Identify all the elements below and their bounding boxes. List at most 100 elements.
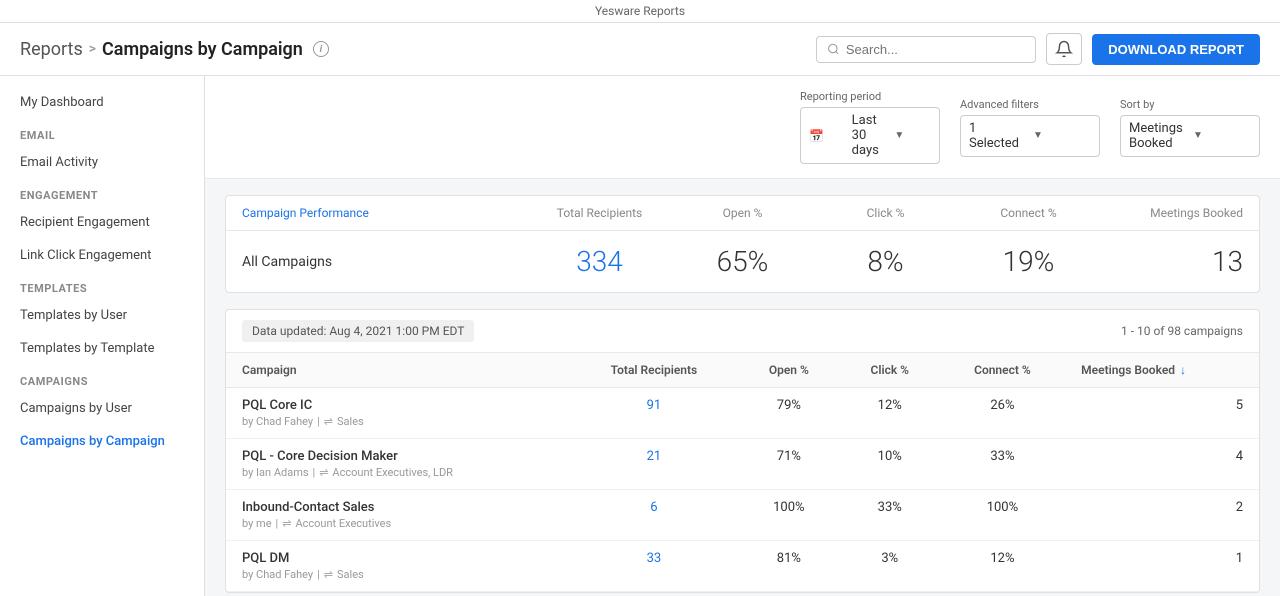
th-connect-pct[interactable]: Connect % <box>940 353 1065 388</box>
sort-by-select[interactable]: Meetings Booked ▼ <box>1120 115 1260 157</box>
reporting-period-label: Reporting period <box>800 90 940 103</box>
campaign-by: by Ian Adams <box>242 466 309 479</box>
campaign-group: Sales <box>337 415 364 428</box>
sort-by-group: Sort by Meetings Booked ▼ <box>1120 98 1260 157</box>
top-bar: Yesware Reports <box>0 0 1280 23</box>
bell-icon <box>1055 40 1073 58</box>
summary-meetings-booked: 13 <box>1100 245 1243 278</box>
search-box[interactable] <box>816 36 1036 63</box>
advanced-filters-value: 1 Selected <box>969 121 1027 151</box>
table-row: Inbound-Contact Sales by me | ⇌ Account … <box>226 490 1259 541</box>
breadcrumb-current: Campaigns by Campaign <box>102 39 303 60</box>
table-head: Campaign Total Recipients Open % Click %… <box>226 353 1259 388</box>
cell-meetings-booked: 5 <box>1065 388 1259 439</box>
advanced-filters-select[interactable]: 1 Selected ▼ <box>960 115 1100 157</box>
calendar-icon: 📅 <box>809 129 846 143</box>
cell-connect-pct: 26% <box>940 388 1065 439</box>
sidebar-item-campaigns-by-user[interactable]: Campaigns by User <box>0 392 204 425</box>
share-icon: ⇌ <box>282 517 291 530</box>
search-icon <box>827 42 840 56</box>
cell-meetings-booked: 1 <box>1065 541 1259 592</box>
advanced-filters-group: Advanced filters 1 Selected ▼ <box>960 98 1100 157</box>
cell-open-pct: 71% <box>738 439 840 490</box>
pipe-separator: | <box>313 466 316 479</box>
sidebar: My Dashboard EMAIL Email Activity ENGAGE… <box>0 76 205 596</box>
sidebar-item-email-activity[interactable]: Email Activity <box>0 146 204 179</box>
breadcrumb-separator: > <box>89 41 96 57</box>
table-row: PQL Core IC by Chad Fahey | ⇌ Sales 91 7… <box>226 388 1259 439</box>
cell-open-pct: 81% <box>738 541 840 592</box>
pipe-separator: | <box>276 517 279 530</box>
cell-campaign: PQL - Core Decision Maker by Ian Adams |… <box>226 439 570 490</box>
campaign-group: Account Executives, LDR <box>332 466 453 479</box>
cell-total-recipients: 33 <box>570 541 738 592</box>
table-body: PQL Core IC by Chad Fahey | ⇌ Sales 91 7… <box>226 388 1259 592</box>
campaign-title[interactable]: PQL DM <box>242 551 554 566</box>
summary-all-campaigns: All Campaigns <box>242 254 528 270</box>
campaigns-table: Campaign Total Recipients Open % Click %… <box>226 353 1259 592</box>
advanced-filters-chevron-icon: ▼ <box>1033 130 1091 141</box>
download-report-button[interactable]: DOWNLOAD REPORT <box>1092 34 1260 65</box>
sidebar-section-email: EMAIL <box>0 119 204 146</box>
sort-by-value: Meetings Booked <box>1129 121 1187 151</box>
cell-total-recipients: 91 <box>570 388 738 439</box>
summary-card: Campaign Performance Total Recipients Op… <box>225 195 1260 293</box>
summary-open-pct: 65% <box>671 245 814 278</box>
summary-connect-pct: 19% <box>957 245 1100 278</box>
cell-connect-pct: 12% <box>940 541 1065 592</box>
breadcrumb-parent[interactable]: Reports <box>20 39 83 60</box>
cell-click-pct: 3% <box>840 541 940 592</box>
campaign-by: by me <box>242 517 272 530</box>
sidebar-item-recipient-engagement[interactable]: Recipient Engagement <box>0 206 204 239</box>
search-input[interactable] <box>846 42 1025 57</box>
sidebar-item-my-dashboard[interactable]: My Dashboard <box>0 86 204 119</box>
th-meetings-booked[interactable]: Meetings Booked ↓ <box>1065 353 1259 388</box>
summary-col-meetings: Meetings Booked <box>1100 206 1243 220</box>
header: Reports > Campaigns by Campaign i DOWNLO… <box>0 23 1280 76</box>
campaign-title[interactable]: PQL Core IC <box>242 398 554 413</box>
notification-button[interactable] <box>1046 33 1082 65</box>
content-area: Reporting period 📅 Last 30 days ▼ Advanc… <box>205 76 1280 596</box>
sidebar-item-templates-by-user[interactable]: Templates by User <box>0 299 204 332</box>
summary-col-connect: Connect % <box>957 206 1100 220</box>
table-row: PQL - Core Decision Maker by Ian Adams |… <box>226 439 1259 490</box>
summary-col-open: Open % <box>671 206 814 220</box>
sidebar-section-campaigns: CAMPAIGNS <box>0 365 204 392</box>
sidebar-section-engagement: ENGAGEMENT <box>0 179 204 206</box>
cell-total-recipients: 6 <box>570 490 738 541</box>
cell-click-pct: 10% <box>840 439 940 490</box>
campaign-title[interactable]: PQL - Core Decision Maker <box>242 449 554 464</box>
cell-connect-pct: 33% <box>940 439 1065 490</box>
th-campaign[interactable]: Campaign <box>226 353 570 388</box>
campaign-meta: by Chad Fahey | ⇌ Sales <box>242 568 554 581</box>
sidebar-item-templates-by-template[interactable]: Templates by Template <box>0 332 204 365</box>
share-icon: ⇌ <box>324 415 333 428</box>
campaign-meta: by Ian Adams | ⇌ Account Executives, LDR <box>242 466 554 479</box>
th-open-pct[interactable]: Open % <box>738 353 840 388</box>
summary-body: All Campaigns 334 65% 8% 19% 13 <box>226 231 1259 292</box>
cell-click-pct: 33% <box>840 490 940 541</box>
campaign-meta: by me | ⇌ Account Executives <box>242 517 554 530</box>
cell-total-recipients: 21 <box>570 439 738 490</box>
campaigns-table-wrapper: Data updated: Aug 4, 2021 1:00 PM EDT 1 … <box>225 309 1260 593</box>
summary-col-campaign: Campaign Performance <box>242 206 528 220</box>
campaign-group: Account Executives <box>295 517 391 530</box>
sidebar-section-templates: TEMPLATES <box>0 272 204 299</box>
cell-open-pct: 100% <box>738 490 840 541</box>
info-icon[interactable]: i <box>313 41 329 57</box>
th-click-pct[interactable]: Click % <box>840 353 940 388</box>
table-row: PQL DM by Chad Fahey | ⇌ Sales 33 81% 3%… <box>226 541 1259 592</box>
reporting-period-select[interactable]: 📅 Last 30 days ▼ <box>800 107 940 164</box>
chevron-down-icon: ▼ <box>894 130 931 141</box>
cell-campaign: PQL Core IC by Chad Fahey | ⇌ Sales <box>226 388 570 439</box>
cell-campaign: Inbound-Contact Sales by me | ⇌ Account … <box>226 490 570 541</box>
summary-header: Campaign Performance Total Recipients Op… <box>226 196 1259 231</box>
filters-bar: Reporting period 📅 Last 30 days ▼ Advanc… <box>205 76 1280 179</box>
sidebar-item-link-click-engagement[interactable]: Link Click Engagement <box>0 239 204 272</box>
th-total-recipients[interactable]: Total Recipients <box>570 353 738 388</box>
sidebar-item-campaigns-by-campaign[interactable]: Campaigns by Campaign <box>0 425 204 458</box>
table-meta: Data updated: Aug 4, 2021 1:00 PM EDT 1 … <box>226 310 1259 353</box>
cell-connect-pct: 100% <box>940 490 1065 541</box>
campaign-title[interactable]: Inbound-Contact Sales <box>242 500 554 515</box>
summary-click-pct: 8% <box>814 245 957 278</box>
